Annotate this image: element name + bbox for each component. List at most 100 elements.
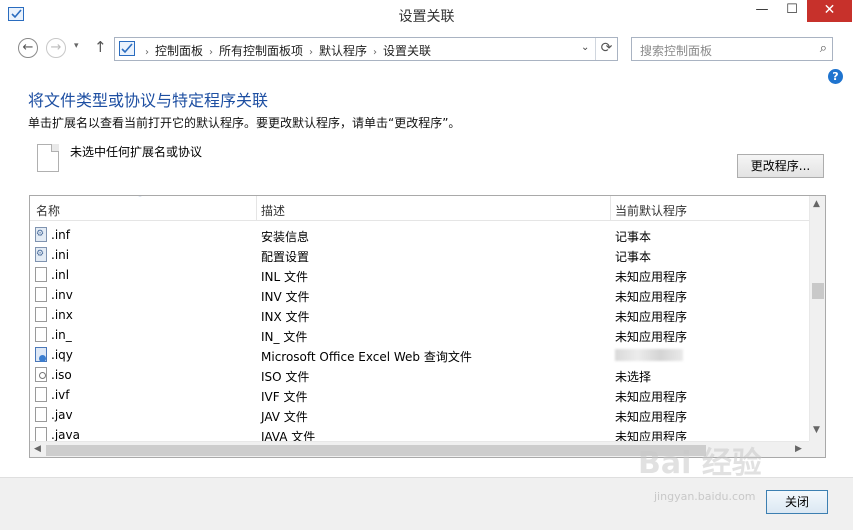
settings-file-icon — [35, 227, 47, 242]
file-icon — [35, 267, 47, 282]
navigation-bar: ← → ▾ ↑ › 控制面板 › 所有控制面板项 › 默认程序 › 设置关联 ⌄ ⟳ 搜索控制… — [0, 33, 853, 65]
list-header: ˄ 名称 描述 当前默认程序 — [30, 196, 809, 221]
breadcrumb: › 控制面板 › 所有控制面板项 › 默认程序 › 设置关联 — [139, 42, 431, 59]
list-item[interactable]: .iqy Microsoft Office Excel Web 查询文件 — [30, 345, 809, 365]
watermark-url: jingyan.baidu.com — [654, 490, 756, 503]
default-program-cell: 未选择 — [615, 370, 652, 384]
file-icon — [35, 387, 47, 402]
extension-cell: .inl — [51, 268, 70, 282]
web-query-file-icon — [35, 347, 47, 362]
extension-cell: .iso — [51, 368, 72, 382]
redacted-program-name — [615, 349, 683, 361]
description-cell: IVF 文件 — [261, 390, 308, 404]
forward-button[interactable]: → — [46, 38, 66, 58]
file-icon — [35, 287, 47, 302]
address-bar[interactable]: › 控制面板 › 所有控制面板项 › 默认程序 › 设置关联 ⌄ ⟳ — [114, 37, 618, 61]
extension-cell: .jav — [51, 408, 73, 422]
refresh-button[interactable]: ⟳ — [595, 38, 617, 60]
column-divider[interactable] — [256, 196, 257, 221]
breadcrumb-default-programs[interactable]: 默认程序 — [319, 44, 367, 58]
breadcrumb-set-associations[interactable]: 设置关联 — [383, 44, 431, 58]
extension-cell: .inx — [51, 308, 73, 322]
scroll-down-icon[interactable]: ▼ — [813, 425, 820, 435]
search-input[interactable]: 搜索控制面板 ⌕ — [631, 37, 833, 61]
maximize-button[interactable]: ☐ — [777, 0, 807, 22]
breadcrumb-all-items[interactable]: 所有控制面板项 — [219, 44, 303, 58]
window-title: 设置关联 — [398, 9, 455, 25]
description-cell: Microsoft Office Excel Web 查询文件 — [261, 350, 472, 364]
default-program-cell: 记事本 — [615, 230, 652, 244]
extension-cell: .iqy — [51, 348, 73, 362]
title-bar: 设置关联 — ☐ ✕ — [0, 0, 853, 30]
file-icon — [35, 427, 47, 442]
settings-file-icon — [35, 247, 47, 262]
description-cell: IN_ 文件 — [261, 330, 308, 344]
extension-cell: .inf — [51, 228, 70, 242]
list-item[interactable]: .in_ IN_ 文件 未知应用程序 — [30, 325, 809, 345]
column-header-name[interactable]: 名称 — [36, 202, 60, 219]
page-title: 将文件类型或协议与特定程序关联 — [28, 91, 269, 110]
control-panel-icon — [119, 41, 135, 56]
instructions-text: 单击扩展名以查看当前打开它的默认程序。要更改默认程序，请单击“更改程序”。 — [28, 116, 461, 130]
minimize-button[interactable]: — — [747, 0, 777, 22]
extension-cell: .inv — [51, 288, 73, 302]
column-header-current-default[interactable]: 当前默认程序 — [615, 202, 687, 219]
description-cell: INX 文件 — [261, 310, 310, 324]
default-program-cell: 未知应用程序 — [615, 410, 688, 424]
scroll-up-icon[interactable]: ▲ — [813, 199, 820, 209]
selection-status: 未选中任何扩展名或协议 — [70, 145, 203, 159]
dialog-footer: 关闭 — [0, 477, 853, 530]
vertical-scrollbar[interactable]: ▲ ▼ — [809, 196, 825, 441]
close-button[interactable]: 关闭 — [766, 490, 828, 514]
default-program-cell: 未知应用程序 — [615, 290, 688, 304]
list-item[interactable]: .inf 安装信息 记事本 — [30, 225, 809, 245]
help-icon[interactable]: ? — [828, 69, 843, 84]
list-item[interactable]: .ivf IVF 文件 未知应用程序 — [30, 385, 809, 405]
horizontal-scroll-thumb[interactable] — [46, 445, 706, 456]
disc-image-file-icon — [35, 367, 47, 382]
description-cell: ISO 文件 — [261, 370, 310, 384]
baidu-watermark: Bai 经验 — [638, 446, 762, 481]
extension-cell: .ivf — [51, 388, 70, 402]
list-item[interactable]: .inl INL 文件 未知应用程序 — [30, 265, 809, 285]
list-item[interactable]: .ini 配置设置 记事本 — [30, 245, 809, 265]
scrollbar-corner — [809, 441, 825, 457]
breadcrumb-separator-icon[interactable]: › — [373, 47, 377, 58]
scroll-left-icon[interactable]: ◀ — [34, 444, 41, 454]
default-program-cell: 未知应用程序 — [615, 310, 688, 324]
recent-locations-dropdown[interactable]: ▾ — [74, 41, 79, 51]
scroll-right-icon[interactable]: ▶ — [795, 444, 802, 454]
breadcrumb-control-panel[interactable]: 控制面板 — [155, 44, 203, 58]
change-program-button[interactable]: 更改程序... — [737, 154, 824, 178]
default-program-cell: 未知应用程序 — [615, 270, 688, 284]
extension-cell: .java — [51, 428, 80, 442]
column-divider[interactable] — [610, 196, 611, 221]
up-button[interactable]: ↑ — [94, 38, 107, 56]
list-item[interactable]: .inx INX 文件 未知应用程序 — [30, 305, 809, 325]
breadcrumb-separator-icon[interactable]: › — [209, 47, 213, 58]
default-program-cell: 未知应用程序 — [615, 330, 688, 344]
description-cell: INL 文件 — [261, 270, 309, 284]
close-window-button[interactable]: ✕ — [807, 0, 852, 22]
file-association-list[interactable]: ˄ 名称 描述 当前默认程序 .inf 安装信息 记事本 .ini 配置设置 记… — [29, 195, 826, 458]
list-item[interactable]: .iso ISO 文件 未选择 — [30, 365, 809, 385]
extension-cell: .ini — [51, 248, 70, 262]
default-program-cell-redacted — [615, 348, 683, 364]
description-cell: JAV 文件 — [261, 410, 308, 424]
back-button[interactable]: ← — [18, 38, 38, 58]
list-item[interactable]: .inv INV 文件 未知应用程序 — [30, 285, 809, 305]
description-cell: 安装信息 — [261, 230, 310, 244]
column-header-description[interactable]: 描述 — [261, 202, 285, 219]
vertical-scroll-thumb[interactable] — [812, 283, 824, 299]
extension-cell: .in_ — [51, 328, 72, 342]
blank-file-icon — [37, 144, 59, 172]
breadcrumb-separator-icon[interactable]: › — [309, 47, 313, 58]
breadcrumb-separator-icon[interactable]: › — [145, 47, 149, 58]
default-program-cell: 未知应用程序 — [615, 390, 688, 404]
address-dropdown-icon[interactable]: ⌄ — [581, 42, 589, 53]
list-item[interactable]: .jav JAV 文件 未知应用程序 — [30, 405, 809, 425]
sort-ascending-icon: ˄ — [138, 195, 142, 203]
description-cell: INV 文件 — [261, 290, 310, 304]
search-icon[interactable]: ⌕ — [820, 41, 827, 56]
description-cell: 配置设置 — [261, 250, 310, 264]
